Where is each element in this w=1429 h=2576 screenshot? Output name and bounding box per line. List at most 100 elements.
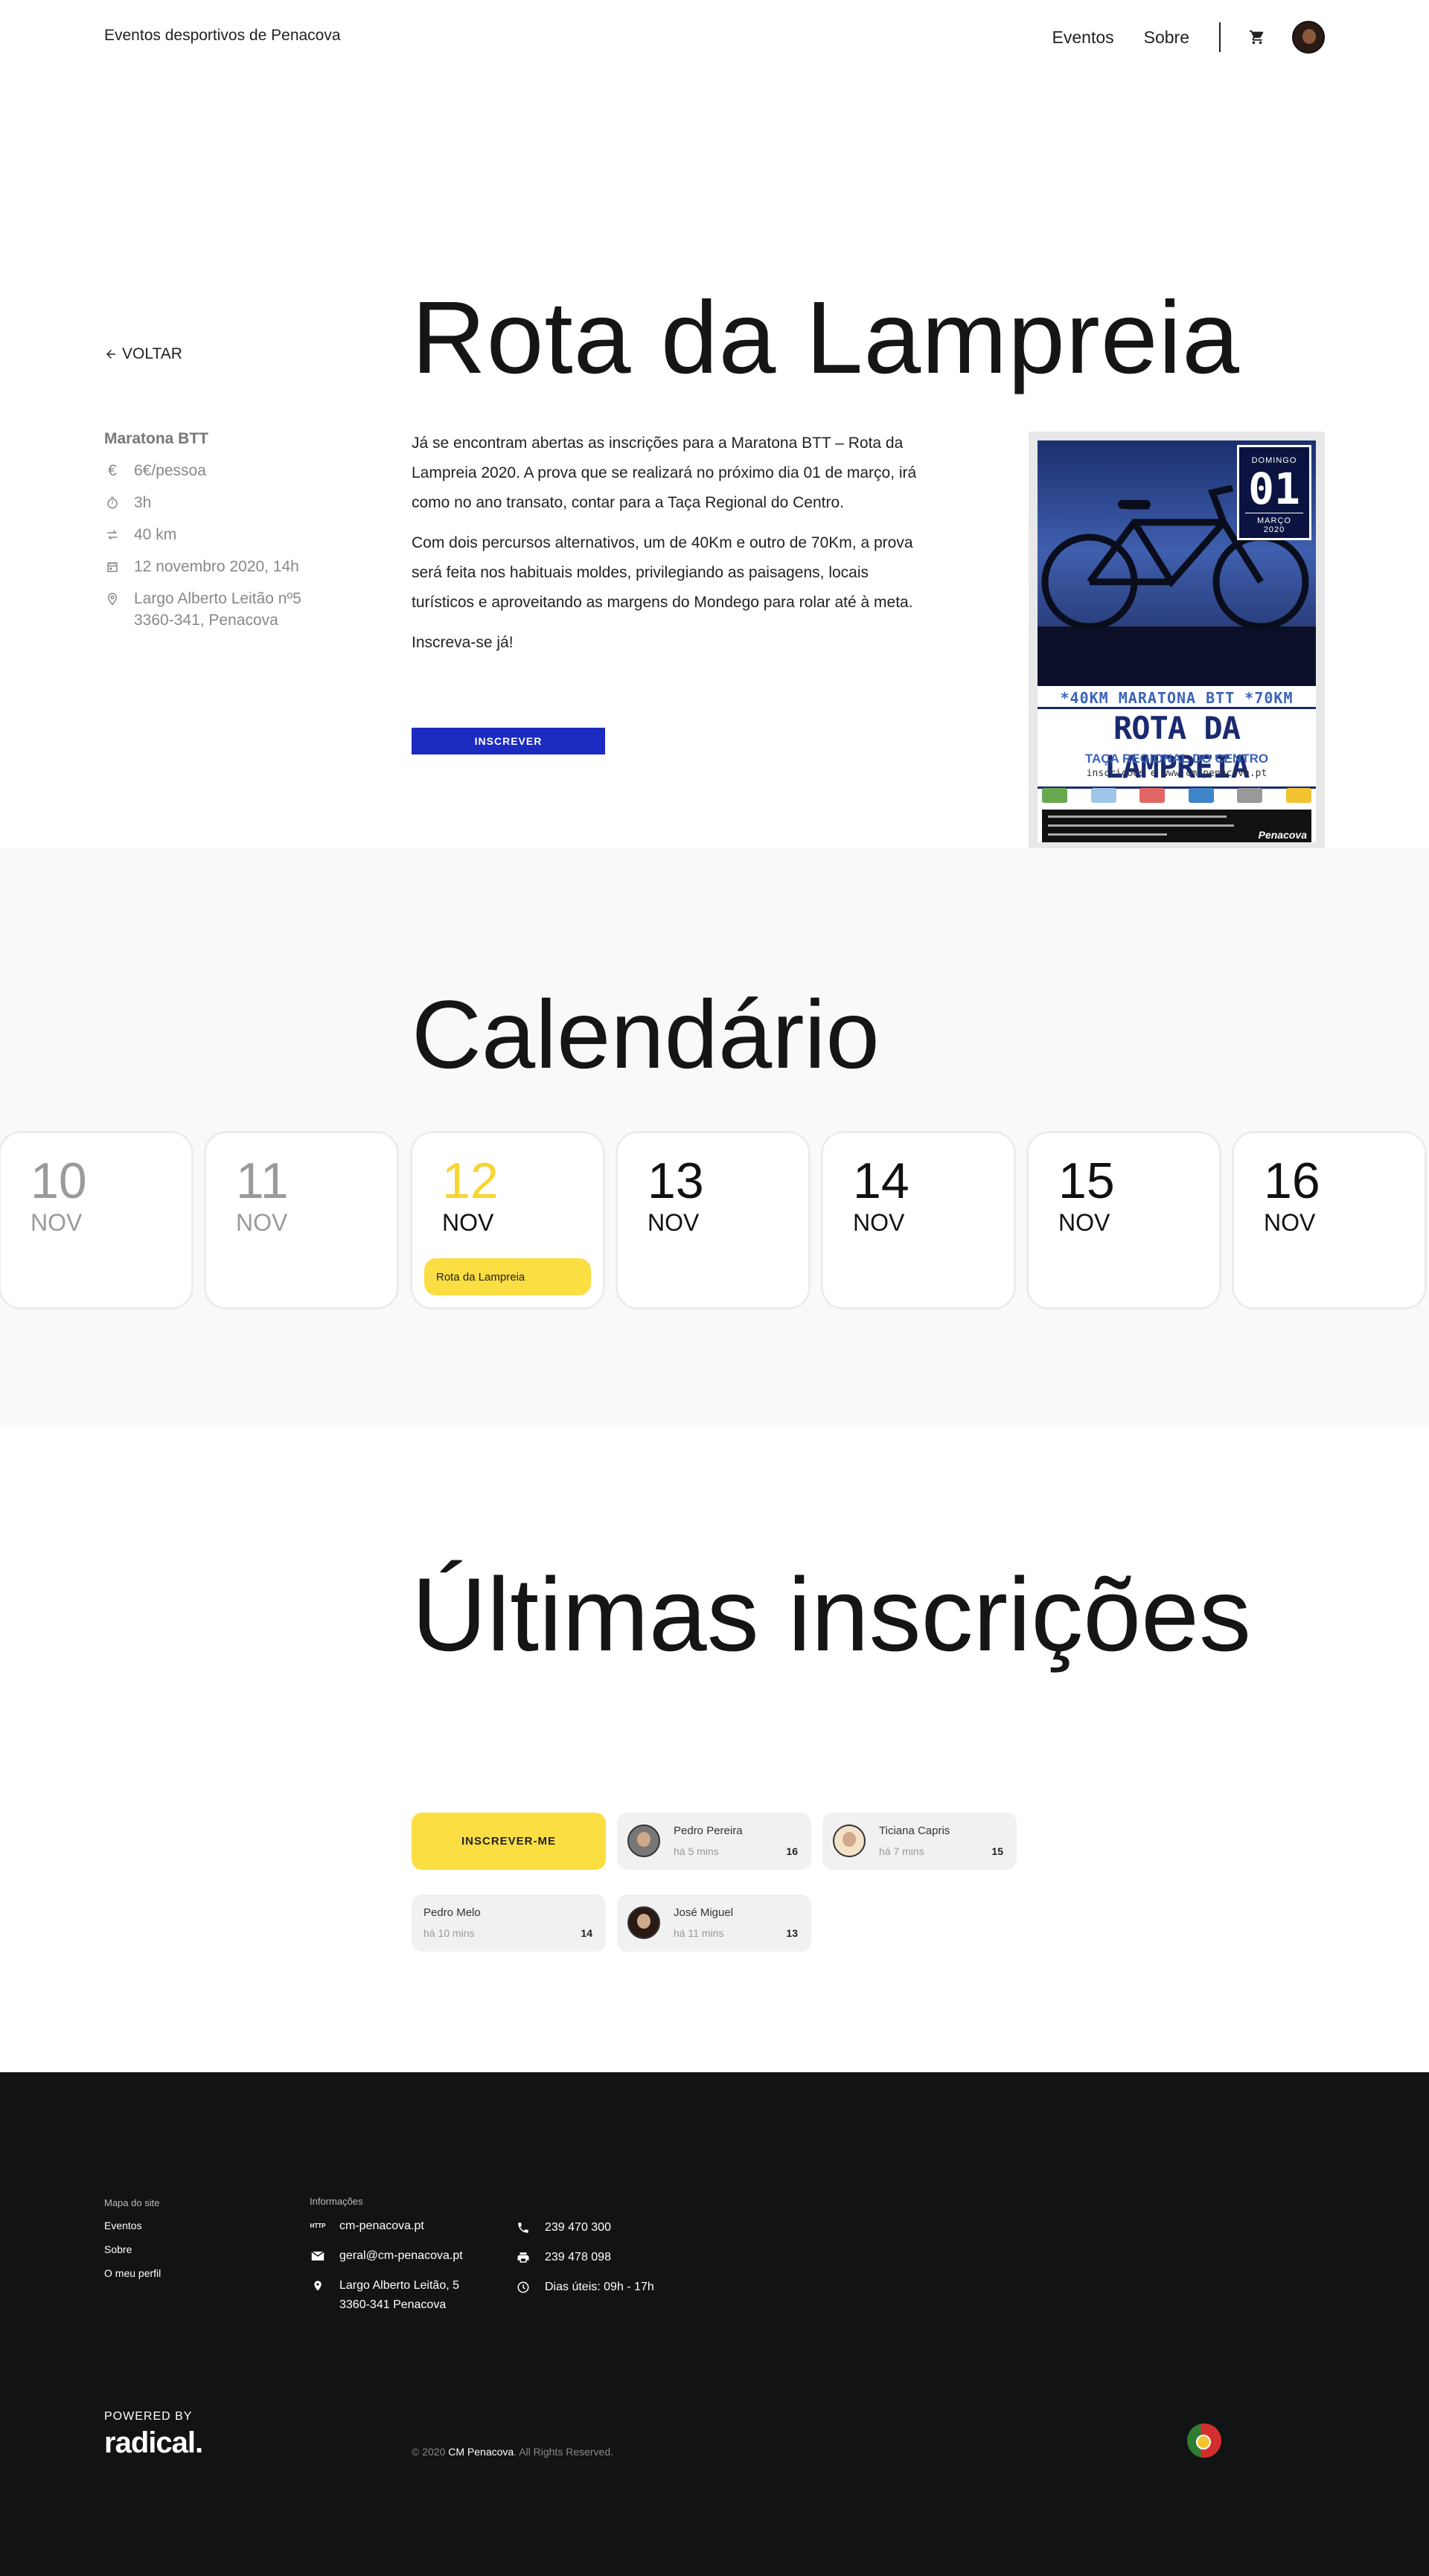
- avatar: [627, 1906, 660, 1939]
- calendar-day[interactable]: 16 NOV: [1232, 1131, 1427, 1310]
- calendar-day[interactable]: 10 NOV: [0, 1131, 194, 1310]
- registration-card[interactable]: Pedro Melo há 10 mins 14: [412, 1894, 606, 1952]
- footer-address-line-2: 3360-341 Penacova: [339, 2298, 447, 2311]
- day-number: 16: [1264, 1153, 1320, 1209]
- powered-by-label: POWERED BY: [104, 2410, 193, 2423]
- registration-time: há 11 mins: [674, 1927, 724, 1939]
- calendar-day[interactable]: 14 NOV: [821, 1131, 1016, 1310]
- copyright-suffix: . All Rights Reserved.: [514, 2446, 614, 2458]
- site-footer: Mapa do site Eventos Sobre O meu perfil …: [0, 2072, 1429, 2576]
- poster-sponsor-logos: [1042, 784, 1311, 807]
- calendar-day[interactable]: 13 NOV: [616, 1131, 811, 1310]
- day-month: NOV: [442, 1209, 494, 1236]
- arrow-left-icon: [106, 350, 115, 359]
- event-type: Maratona BTT: [104, 430, 209, 447]
- calendar-days: 10 NOV 11 NOV 12 NOV Rota da Lampreia 13…: [0, 1131, 1429, 1310]
- sponsor-logo: [1090, 788, 1116, 803]
- distance-value: 40 km: [134, 526, 177, 543]
- day-month: NOV: [853, 1209, 905, 1236]
- registration-card[interactable]: Pedro Pereira há 5 mins 16: [617, 1813, 811, 1870]
- sponsor-logo: [1042, 788, 1067, 803]
- register-button[interactable]: INSCREVER: [412, 728, 605, 754]
- nav-eventos[interactable]: Eventos: [1052, 28, 1114, 48]
- portugal-flag-icon[interactable]: [1187, 2423, 1221, 2458]
- registrant-name: José Miguel: [674, 1906, 734, 1919]
- site-title[interactable]: Eventos desportivos de Penacova: [104, 27, 341, 45]
- avatar: [627, 1824, 660, 1857]
- printer-icon: [515, 2248, 531, 2267]
- main-nav: Eventos Sobre: [1023, 18, 1325, 57]
- registrant-name: Pedro Melo: [423, 1906, 481, 1919]
- euro-icon: €: [108, 462, 117, 479]
- fax-value: 239 478 098: [545, 2251, 611, 2263]
- footer-email: geral@cm-penacova.pt: [310, 2246, 463, 2266]
- back-link[interactable]: VOLTAR: [104, 345, 182, 363]
- event-price: € 6€/pessoa: [104, 460, 372, 481]
- registrations-section: Últimas inscrições INSCREVER-ME Pedro Pe…: [0, 1425, 1429, 2072]
- day-number: 11: [236, 1153, 289, 1209]
- sponsor-logo: [1139, 788, 1166, 803]
- day-number: 15: [1058, 1153, 1115, 1209]
- calendar-section: Calendário 10 NOV 11 NOV 12 NOV Rota da …: [0, 848, 1429, 1425]
- register-me-button[interactable]: INSCREVER-ME: [412, 1813, 606, 1870]
- poster-day: 01: [1248, 464, 1300, 514]
- footer-address-value: Largo Alberto Leitão, 5 3360-341 Penacov…: [339, 2276, 459, 2315]
- footer-address: Largo Alberto Leitão, 5 3360-341 Penacov…: [310, 2276, 459, 2315]
- description-paragraph: Inscreva-se já!: [412, 634, 514, 651]
- registrant-name: Ticiana Capris: [879, 1824, 950, 1837]
- poster-footer: Penacova: [1042, 810, 1311, 842]
- event-detail: VOLTAR Rota da Lampreia Maratona BTT € 6…: [0, 74, 1429, 851]
- footer-website: HTTP cm-penacova.pt: [310, 2217, 424, 2236]
- registration-card[interactable]: Ticiana Capris há 7 mins 15: [822, 1813, 1017, 1870]
- registration-number: 15: [991, 1845, 1003, 1857]
- http-icon: HTTP: [310, 2223, 326, 2229]
- copyright: © 2020 CM Penacova. All Rights Reserved.: [412, 2446, 613, 2458]
- address-value: Largo Alberto Leitão nº5 3360-341, Penac…: [134, 588, 301, 631]
- radical-logo[interactable]: radical.: [104, 2426, 203, 2460]
- copyright-owner[interactable]: CM Penacova: [448, 2446, 514, 2458]
- description-paragraph: Já se encontram abertas as inscrições pa…: [412, 435, 917, 511]
- poster-month: MARÇO 2020: [1245, 513, 1303, 534]
- poster-brand: Penacova: [1258, 829, 1307, 841]
- day-month: NOV: [1058, 1209, 1110, 1236]
- poster-text-line: [1048, 816, 1227, 818]
- address-line-2: 3360-341, Penacova: [134, 612, 278, 629]
- registration-card[interactable]: José Miguel há 11 mins 13: [617, 1894, 811, 1952]
- footer-link-sobre[interactable]: Sobre: [104, 2243, 132, 2255]
- website-value[interactable]: cm-penacova.pt: [339, 2217, 424, 2236]
- event-distance: 40 km: [104, 524, 372, 545]
- user-avatar[interactable]: [1292, 21, 1325, 54]
- calendar-event-chip[interactable]: Rota da Lampreia: [424, 1258, 591, 1295]
- calendar-title: Calendário: [412, 980, 880, 1089]
- sponsor-logo: [1237, 788, 1263, 803]
- sponsor-logo: [1188, 788, 1214, 803]
- day-number: 14: [853, 1153, 909, 1209]
- avatar: [833, 1824, 866, 1857]
- poster-text-line: [1048, 833, 1167, 836]
- day-month: NOV: [31, 1209, 83, 1236]
- price-value: 6€/pessoa: [134, 462, 206, 479]
- address-line-1: Largo Alberto Leitão nº5: [134, 590, 301, 607]
- footer-link-eventos[interactable]: Eventos: [104, 2220, 142, 2231]
- nav-sobre[interactable]: Sobre: [1144, 28, 1189, 48]
- duration-value: 3h: [134, 494, 152, 511]
- sponsor-logo: [1285, 788, 1311, 803]
- email-value[interactable]: geral@cm-penacova.pt: [339, 2246, 463, 2266]
- registration-number: 13: [786, 1927, 798, 1939]
- poster-date-badge: DOMINGO 01 MARÇO 2020: [1237, 445, 1311, 540]
- calendar-day[interactable]: 11 NOV: [204, 1131, 399, 1310]
- event-duration: 3h: [104, 492, 372, 513]
- nav-divider: [1219, 22, 1221, 52]
- footer-link-perfil[interactable]: O meu perfil: [104, 2267, 161, 2279]
- registration-time: há 7 mins: [879, 1845, 924, 1857]
- poster-site: inscrições e www.cm-penacova.pt: [1086, 768, 1267, 779]
- calendar-day[interactable]: 12 NOV Rota da Lampreia: [410, 1131, 605, 1310]
- event-poster: DOMINGO 01 MARÇO 2020 *40KM MARATONA BTT…: [1029, 432, 1325, 851]
- info-heading: Informações: [310, 2196, 363, 2207]
- phone-value[interactable]: 239 470 300: [545, 2218, 611, 2237]
- calendar-day[interactable]: 15 NOV: [1026, 1131, 1221, 1310]
- day-month: NOV: [236, 1209, 288, 1236]
- cart-icon[interactable]: [1247, 28, 1267, 47]
- footer-address-line-1: Largo Alberto Leitão, 5: [339, 2279, 460, 2292]
- clock-icon: [515, 2278, 531, 2297]
